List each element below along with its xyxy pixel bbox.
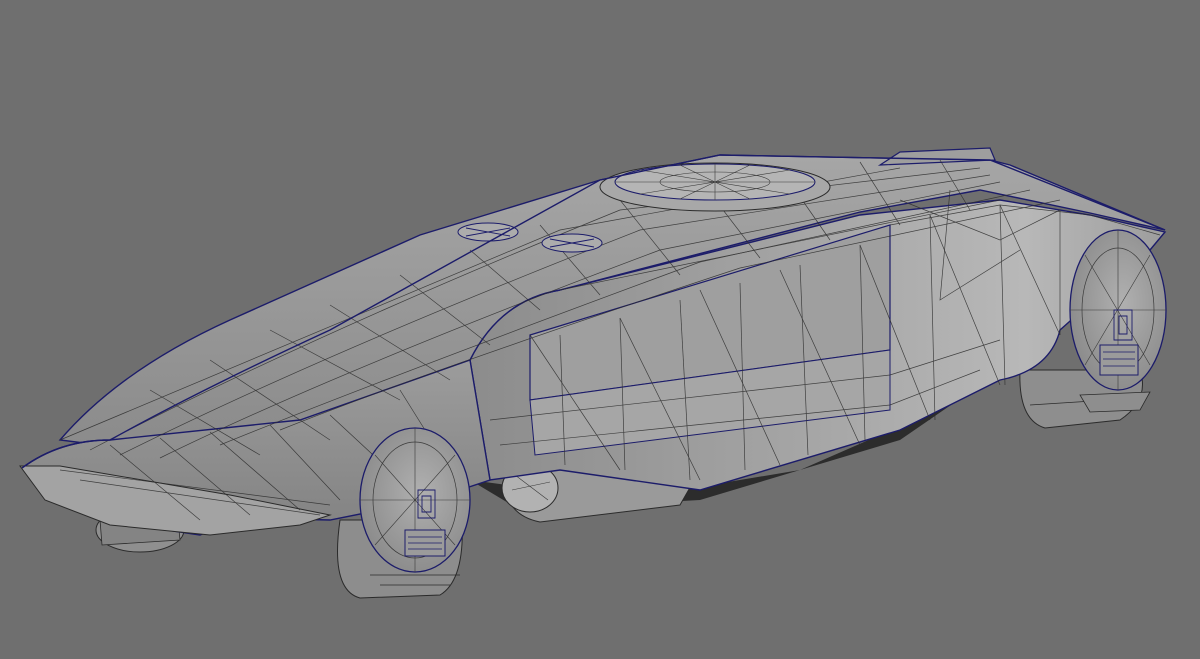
roof-hatch-left xyxy=(457,222,519,242)
3d-viewport[interactable] xyxy=(0,0,1200,659)
roof-hatch-right xyxy=(541,233,603,253)
vehicle-model xyxy=(19,147,1167,599)
roof-vent xyxy=(599,162,831,212)
